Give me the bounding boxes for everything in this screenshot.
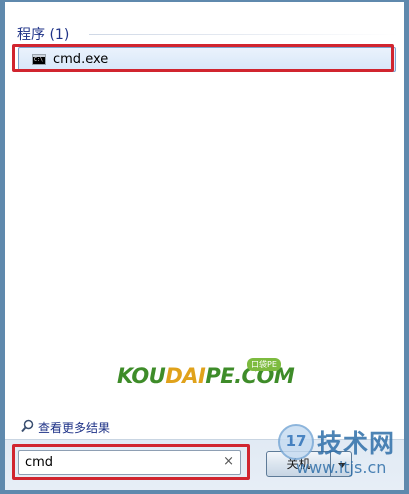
magnifier-icon xyxy=(21,419,34,433)
watermark-part-1: KOU xyxy=(117,364,166,388)
cmd-console-icon xyxy=(32,54,46,65)
clear-search-icon[interactable]: × xyxy=(223,454,234,469)
koudaipe-tag: 口袋PE xyxy=(247,358,281,371)
programs-group-header: 程序 (1) xyxy=(17,24,399,44)
result-item-label: cmd.exe xyxy=(53,52,109,67)
programs-group-label: 程序 (1) xyxy=(17,27,70,43)
site-watermark: 17 技术网 www.itjs.cn xyxy=(278,424,406,492)
group-divider xyxy=(89,34,399,35)
watermark-part-2: DAI xyxy=(165,364,206,388)
see-more-label: 查看更多结果 xyxy=(38,421,111,435)
site-url: www.itjs.cn xyxy=(296,458,387,477)
search-results-panel: 程序 (1) cmd.exe KOUDAIPE.COM 口袋PE 查看更多结果 xyxy=(5,2,404,440)
search-input[interactable] xyxy=(19,451,219,474)
site-badge: 17 xyxy=(278,424,314,460)
site-name: 技术网 xyxy=(317,429,396,458)
result-item-cmd[interactable]: cmd.exe xyxy=(18,47,396,72)
search-box[interactable]: × xyxy=(18,450,241,475)
